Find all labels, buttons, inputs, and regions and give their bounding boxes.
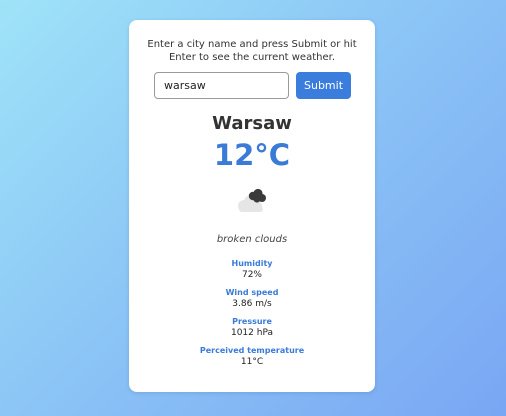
stat-value: 72%	[241, 270, 262, 280]
stat-value: 1012 hPa	[230, 328, 273, 338]
intro-text: Enter a city name and press Submit or hi…	[147, 39, 357, 63]
broken-clouds-icon	[238, 188, 266, 212]
weather-card: Enter a city name and press Submit or hi…	[129, 20, 375, 392]
city-search-input[interactable]	[154, 72, 289, 99]
temperature: 12°C	[213, 138, 291, 172]
stat-wind-speed: Wind speed 3.86 m/s	[129, 287, 375, 316]
stat-label: Wind speed	[225, 288, 279, 297]
stat-perceived-temperature: Perceived temperature 11°C	[129, 345, 375, 374]
stat-humidity: Humidity 72%	[129, 258, 375, 287]
stat-value: 11°C	[240, 357, 264, 367]
stat-label: Pressure	[232, 317, 272, 326]
submit-button[interactable]: Submit	[296, 72, 351, 99]
weather-stats: Humidity 72% Wind speed 3.86 m/s Pressur…	[129, 258, 375, 374]
stat-label: Humidity	[231, 259, 273, 268]
city-name: Warsaw	[212, 113, 292, 134]
weather-description: broken clouds	[216, 234, 288, 245]
stat-value: 3.86 m/s	[232, 299, 272, 309]
stat-label: Perceived temperature	[199, 346, 305, 355]
stat-pressure: Pressure 1012 hPa	[129, 316, 375, 345]
